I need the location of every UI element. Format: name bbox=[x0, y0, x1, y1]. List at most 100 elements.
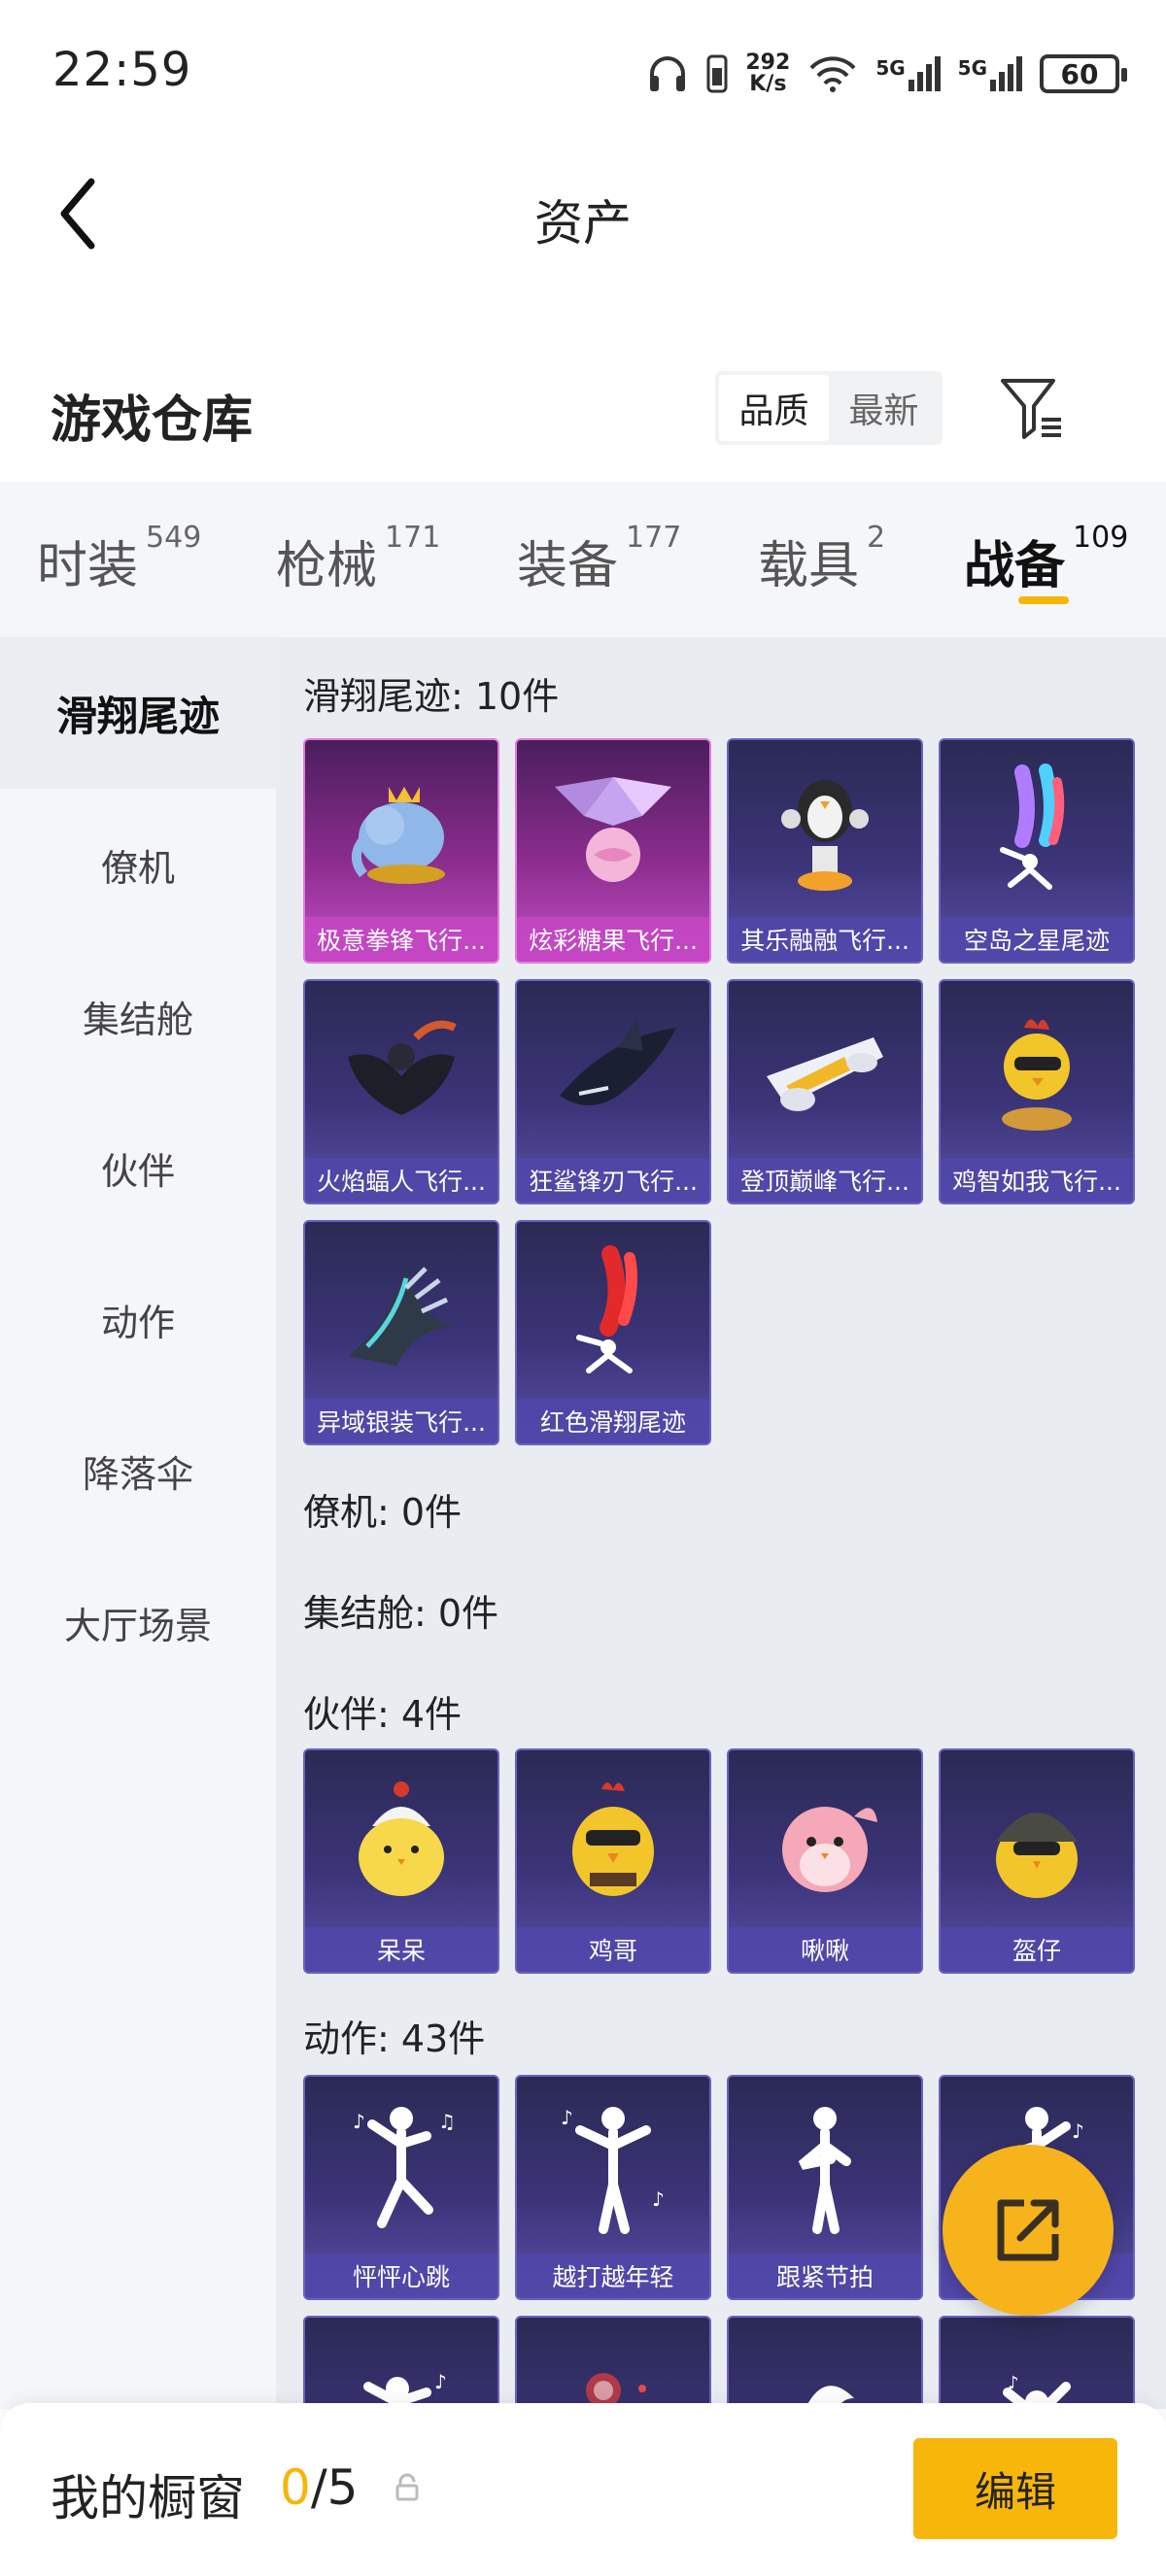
filter-icon bbox=[1001, 379, 1061, 439]
sidebar-item-parachute[interactable]: 降落伞 bbox=[0, 1395, 276, 1546]
tab-count: 177 bbox=[626, 521, 682, 555]
item-name: 异域银装飞行... bbox=[305, 1399, 497, 1443]
svg-text:♪: ♪ bbox=[434, 2370, 447, 2393]
item-art: ♪ bbox=[941, 2318, 1133, 2409]
item-name: 越打越年轻 bbox=[517, 2254, 709, 2298]
item-art bbox=[305, 1222, 497, 1403]
item-card[interactable] bbox=[515, 2316, 711, 2409]
pose-emote-icon: ♪♪ bbox=[561, 2106, 665, 2234]
bat-glider-icon bbox=[348, 1020, 457, 1115]
red-trail-icon bbox=[576, 1245, 637, 1373]
item-name: 登顶巅峰飞行... bbox=[729, 1158, 921, 1203]
sort-toggle: 品质 最新 bbox=[715, 371, 943, 445]
sim1-label: 5G bbox=[875, 56, 906, 80]
section-heading-action: 动作: 43件 bbox=[303, 2017, 486, 2060]
network-rate: 292 K/s bbox=[745, 52, 790, 95]
sidebar-item-glide-trail[interactable]: 滑翔尾迹 bbox=[0, 637, 276, 789]
sidebar-item-lobby-scene[interactable]: 大厅场景 bbox=[0, 1546, 276, 1698]
item-name: 炫彩糖果飞行... bbox=[517, 917, 709, 962]
item-card[interactable]: 跟紧节拍 bbox=[727, 2075, 923, 2300]
lock-icon bbox=[395, 2473, 419, 2501]
music-emote-icon: ♪ bbox=[363, 2370, 447, 2407]
item-card[interactable]: 登顶巅峰飞行... bbox=[727, 979, 923, 1204]
item-name: 呆呆 bbox=[305, 1927, 497, 1972]
status-bar: 22:59 292 K/s 5G 5G 60 bbox=[0, 0, 1166, 146]
item-card[interactable]: 呆呆 bbox=[303, 1748, 499, 1974]
item-name: 鸡哥 bbox=[517, 1927, 709, 1972]
svg-text:♪: ♪ bbox=[353, 2110, 365, 2133]
edit-button[interactable]: 编辑 bbox=[913, 2438, 1117, 2539]
network-rate-value: 292 bbox=[745, 51, 791, 75]
item-card[interactable]: 火焰蝠人飞行... bbox=[303, 979, 499, 1204]
tab-weapons[interactable]: 枪械 171 bbox=[276, 521, 440, 597]
sidebar-item-pod[interactable]: 集结舱 bbox=[0, 940, 276, 1092]
item-card[interactable] bbox=[727, 2316, 923, 2409]
tab-count: 549 bbox=[146, 521, 202, 555]
item-card[interactable]: 空岛之星尾迹 bbox=[939, 738, 1135, 964]
item-name: 空岛之星尾迹 bbox=[941, 917, 1133, 962]
tab-equipment[interactable]: 装备 177 bbox=[517, 521, 681, 597]
tab-vehicles[interactable]: 载具 2 bbox=[758, 521, 885, 597]
share-button[interactable] bbox=[943, 2145, 1114, 2316]
item-name: 其乐融融飞行... bbox=[729, 917, 921, 962]
item-art bbox=[729, 981, 921, 1162]
tab-combat-gear[interactable]: 战备 109 bbox=[964, 521, 1128, 597]
item-card[interactable]: ♪ ♪ 越打越年轻 bbox=[515, 2075, 711, 2300]
hair-emote-icon bbox=[806, 2386, 854, 2409]
jet-glider-icon bbox=[767, 1037, 883, 1111]
sidebar-item-action[interactable]: 动作 bbox=[0, 1243, 276, 1395]
item-card[interactable]: 盔仔 bbox=[939, 1748, 1135, 1974]
item-art: ♪ ♫ bbox=[305, 2077, 497, 2257]
item-art bbox=[729, 1750, 921, 1931]
item-card[interactable]: 鸡智如我飞行... bbox=[939, 979, 1135, 1204]
item-name: 盔仔 bbox=[941, 1927, 1133, 1972]
item-art bbox=[941, 740, 1133, 921]
rhythm-emote-icon bbox=[798, 2107, 851, 2234]
orb-emote-icon bbox=[586, 2373, 646, 2408]
sort-newest-button[interactable]: 最新 bbox=[829, 375, 939, 441]
sim2-label: 5G bbox=[957, 56, 987, 80]
item-card[interactable]: 啾啾 bbox=[727, 1748, 923, 1974]
tab-label: 载具 bbox=[758, 537, 860, 595]
item-card[interactable]: 狂鲨锋刃飞行... bbox=[515, 979, 711, 1204]
item-card[interactable]: 炫彩糖果飞行... bbox=[515, 738, 711, 964]
sidebar-item-partner[interactable]: 伙伴 bbox=[0, 1092, 276, 1243]
section-heading-pod: 集结舱: 0件 bbox=[303, 1592, 499, 1635]
svg-text:♪: ♪ bbox=[652, 2187, 665, 2211]
item-art bbox=[517, 2318, 709, 2409]
tab-fashion[interactable]: 时装 549 bbox=[37, 521, 201, 597]
section-heading-glide: 滑翔尾迹: 10件 bbox=[303, 675, 560, 718]
item-card[interactable]: ♪ ♫ 怦怦心跳 bbox=[303, 2075, 499, 2300]
share-icon bbox=[997, 2199, 1059, 2261]
elephant-glider-icon bbox=[352, 787, 445, 884]
item-card[interactable]: 其乐融融飞行... bbox=[727, 738, 923, 964]
svg-text:♪: ♪ bbox=[561, 2106, 573, 2129]
battery-level: 60 bbox=[1060, 57, 1099, 90]
item-art: ♪ ♪ bbox=[517, 2077, 709, 2257]
dance-emote-icon: ♪ ♫ bbox=[353, 2107, 456, 2228]
warehouse-row: 游戏仓库 品质 最新 bbox=[0, 350, 1166, 466]
item-art bbox=[517, 740, 709, 921]
tab-count: 171 bbox=[385, 521, 441, 555]
item-name: 怦怦心跳 bbox=[305, 2254, 497, 2298]
item-card[interactable]: 异域银装飞行... bbox=[303, 1220, 499, 1445]
item-name: 啾啾 bbox=[729, 1927, 921, 1972]
sidebar-item-wingman[interactable]: 僚机 bbox=[0, 789, 276, 940]
item-card[interactable]: ♪ bbox=[303, 2316, 499, 2409]
svg-text:♫: ♫ bbox=[438, 2110, 456, 2133]
warehouse-title: 游戏仓库 bbox=[51, 391, 254, 450]
sort-quality-button[interactable]: 品质 bbox=[719, 375, 829, 441]
item-card[interactable]: 鸡哥 bbox=[515, 1748, 711, 1974]
item-card[interactable]: ♪ bbox=[939, 2316, 1135, 2409]
signal-sim1: 5G bbox=[875, 56, 941, 91]
item-art bbox=[729, 2318, 921, 2409]
chicken-glider-icon bbox=[1002, 1019, 1072, 1131]
filter-button[interactable] bbox=[997, 373, 1067, 443]
candy-glider-icon bbox=[555, 777, 671, 882]
item-art bbox=[517, 1222, 709, 1403]
item-card[interactable]: 极意拳锋飞行... bbox=[303, 738, 499, 964]
item-name: 鸡智如我飞行... bbox=[941, 1158, 1133, 1203]
item-name: 火焰蝠人飞行... bbox=[305, 1158, 497, 1203]
item-card[interactable]: 红色滑翔尾迹 bbox=[515, 1220, 711, 1445]
page-title: 资产 bbox=[534, 195, 632, 252]
